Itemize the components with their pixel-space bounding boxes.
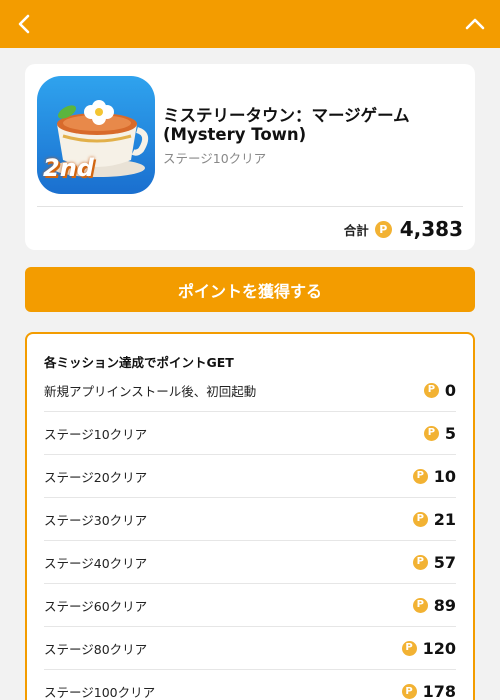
mission-row: 新規アプリインストール後、初回起動 P0 bbox=[44, 369, 456, 412]
total-value: 4,383 bbox=[399, 217, 463, 241]
get-points-button[interactable]: ポイントを獲得する bbox=[25, 267, 475, 312]
mission-points: 89 bbox=[433, 595, 456, 615]
app-badge: 2nd bbox=[43, 154, 94, 182]
mission-points: 5 bbox=[444, 423, 456, 443]
mission-row: ステージ10クリア P5 bbox=[44, 412, 456, 455]
mission-label: ステージ30クリア bbox=[44, 512, 148, 528]
app-title: ミステリータウン：マージゲーム (Mystery Town) bbox=[163, 106, 410, 144]
mission-row: ステージ40クリア P 57 bbox=[44, 541, 456, 584]
coin-icon: P bbox=[423, 425, 439, 441]
total-label: 合計 bbox=[343, 222, 369, 238]
mission-label: ステージ60クリア bbox=[44, 598, 148, 614]
chevron-left-icon[interactable] bbox=[14, 13, 36, 35]
coin-icon: P bbox=[412, 554, 428, 570]
mission-label: ステージ20クリア bbox=[44, 469, 148, 485]
mission-label: ステージ40クリア bbox=[44, 555, 148, 571]
mission-row: ステージ80クリア P 120 bbox=[44, 627, 456, 670]
mission-points: 0 bbox=[444, 380, 456, 400]
app-subtitle: ステージ10クリア bbox=[163, 151, 267, 166]
total-points: 合計 P 4,383 bbox=[344, 216, 463, 242]
coin-icon: P bbox=[412, 597, 428, 613]
mission-points: 120 bbox=[422, 638, 456, 658]
missions-panel: 各ミッション達成でポイントGET 新規アプリインストール後、初回起動 P0 ステ… bbox=[25, 332, 475, 700]
mission-row: ステージ100クリア P 178 bbox=[44, 670, 456, 700]
mission-label: ステージ10クリア bbox=[44, 426, 148, 442]
coin-icon: P bbox=[374, 220, 392, 238]
divider bbox=[37, 206, 463, 207]
mission-label: 新規アプリインストール後、初回起動 bbox=[44, 383, 257, 399]
mission-label: ステージ80クリア bbox=[44, 641, 148, 657]
mission-points: 57 bbox=[433, 552, 456, 572]
coin-icon: P bbox=[423, 382, 439, 398]
mission-row: ステージ60クリア P 89 bbox=[44, 584, 456, 627]
mission-row: ステージ30クリア P 21 bbox=[44, 498, 456, 541]
coin-icon: P bbox=[401, 640, 417, 656]
coin-icon: P bbox=[412, 468, 428, 484]
top-bar bbox=[0, 0, 500, 48]
chevron-up-icon[interactable] bbox=[464, 13, 486, 35]
coin-icon: P bbox=[401, 684, 417, 699]
mission-points: 178 bbox=[422, 682, 456, 700]
mission-label: ステージ100クリア bbox=[44, 685, 156, 700]
coin-icon: P bbox=[412, 511, 428, 527]
app-icon: 2nd bbox=[37, 76, 155, 194]
app-card: 2nd ミステリータウン：マージゲーム (Mystery Town) ステージ1… bbox=[25, 64, 475, 250]
mission-points: 21 bbox=[433, 509, 456, 529]
mission-row: ステージ20クリア P 10 bbox=[44, 455, 456, 498]
mission-points: 10 bbox=[433, 466, 456, 486]
